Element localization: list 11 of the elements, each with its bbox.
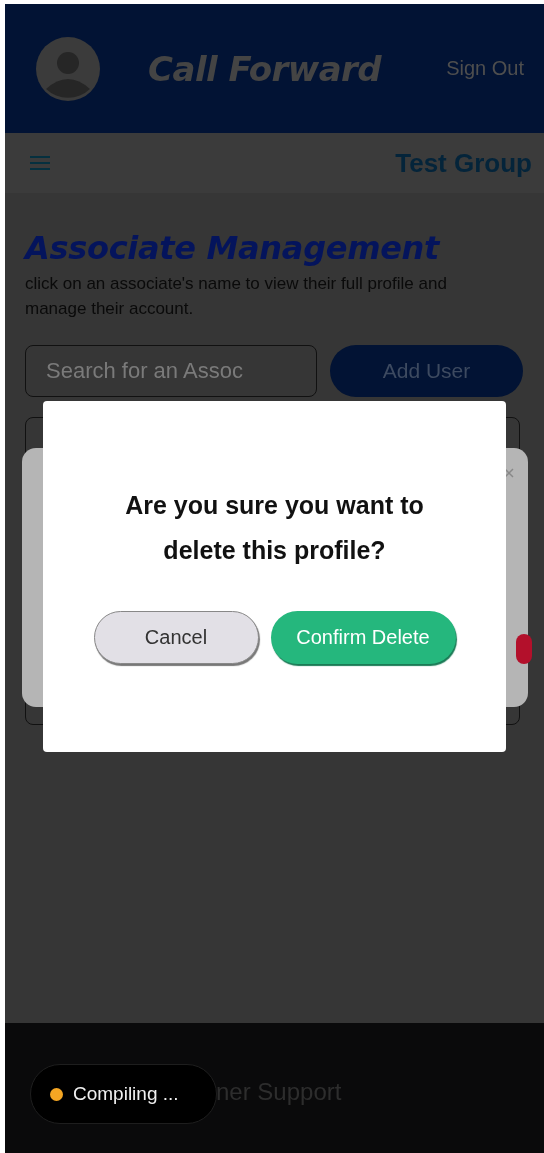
app-title: Call Forward xyxy=(148,48,382,89)
close-icon[interactable] xyxy=(504,468,514,478)
confirm-delete-button[interactable]: Confirm Delete xyxy=(270,611,456,664)
search-field[interactable]: Search for an Assoc xyxy=(25,345,317,397)
build-status-text: Compiling ... xyxy=(73,1083,179,1105)
sign-out-link[interactable]: Sign Out xyxy=(446,57,524,80)
status-dot xyxy=(50,1087,63,1101)
add-user-button[interactable]: Add User xyxy=(330,345,523,397)
cancel-button[interactable]: Cancel xyxy=(93,611,259,664)
group-name: Test Group xyxy=(395,147,532,179)
dialog-message: Are you sure you want to delete this profile? xyxy=(124,490,425,566)
